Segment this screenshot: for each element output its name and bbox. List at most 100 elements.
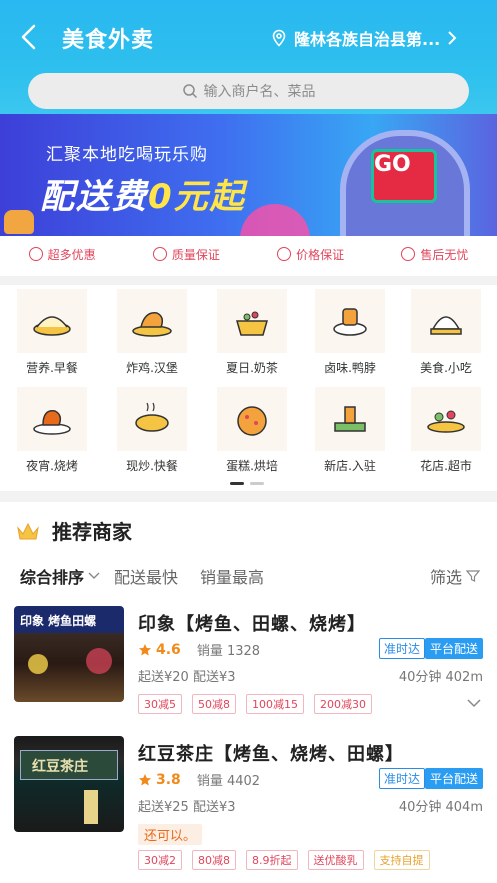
- crown-icon: [17, 522, 39, 539]
- category-label: 夜宵.烧烤: [26, 459, 78, 473]
- braised-icon: [333, 308, 367, 336]
- cake-icon: [237, 406, 267, 436]
- chevron-down-icon: [88, 572, 100, 579]
- category-newshop[interactable]: 新店.入驻: [302, 387, 398, 483]
- category-label: 蛋糕.烘培: [226, 459, 278, 473]
- snack-icon: [430, 316, 462, 335]
- shop-badges: 准时达 平台配送: [378, 638, 483, 659]
- expand-chevron-icon[interactable]: [467, 698, 481, 708]
- pickup-tag: 支持自提: [373, 850, 430, 870]
- shop-sales: 销量 4402: [196, 774, 261, 789]
- category-label: 现炒.快餐: [126, 459, 178, 473]
- search-input[interactable]: 输入商户名、菜品: [28, 73, 469, 109]
- sort-sales[interactable]: 销量最高: [200, 564, 264, 588]
- sort-bar: 综合排序 配送最快 销量最高 筛选: [20, 564, 480, 588]
- perk-label: 价格保证: [296, 247, 345, 262]
- category-label: 美食.小吃: [420, 361, 472, 375]
- go-button[interactable]: GO: [371, 149, 437, 203]
- perk-label: 质量保证: [171, 247, 220, 262]
- shop-score: 4.6: [156, 641, 181, 658]
- sort-fastest[interactable]: 配送最快: [114, 564, 178, 588]
- filter-label: 筛选: [429, 568, 462, 587]
- category-flower[interactable]: 花店.超市: [398, 387, 494, 483]
- banner-headline: 配送费0元起: [40, 169, 246, 218]
- filter-icon: [466, 570, 480, 582]
- rider-illustration: [4, 210, 34, 234]
- perk-item: 超多优惠: [28, 246, 96, 263]
- page-indicator: [230, 482, 264, 485]
- category-label: 卤味.鸭脖: [324, 361, 376, 375]
- promo-tag: 50减8: [192, 694, 236, 714]
- banner-headline-a: 配送费: [40, 177, 148, 217]
- shop-rating: 3.8 销量 4402: [138, 770, 260, 789]
- banner-section: 汇聚本地吃喝玩乐购 配送费0元起 GO 超多优惠 质量保证 价格保证 售后无忧: [0, 114, 497, 276]
- promo-tag: 8.9折起: [246, 850, 298, 870]
- filter-button[interactable]: 筛选: [430, 564, 480, 588]
- newshop-icon: [334, 406, 366, 432]
- shop-card[interactable]: 红豆茶庄 红豆茶庄【烤鱼、烧烤、田螺】 3.8 销量 4402 准时达 平台配送…: [0, 736, 497, 870]
- shop-distance: 40分钟 402m: [398, 670, 483, 685]
- lamp: [86, 648, 112, 674]
- decoration: [240, 204, 310, 236]
- heart-icon: [277, 247, 292, 261]
- promo-tag: 30减5: [138, 694, 182, 714]
- category-bbq[interactable]: 夜宵.烧烤: [4, 387, 100, 483]
- promo-tag: 送优酸乳: [307, 850, 364, 870]
- shop-thumbnail: 红豆茶庄: [14, 736, 124, 832]
- section-title: 推荐商家: [16, 516, 132, 545]
- search-icon: [182, 84, 197, 99]
- perk-item: 质量保证: [152, 246, 220, 263]
- shop-badges: 准时达 平台配送: [378, 768, 483, 789]
- chicken-icon: [132, 312, 172, 337]
- category-grid: 营养.早餐 炸鸡.汉堡 夏日.奶茶 卤味.鸭脖 美食.小吃 夜宵.烧烤 现炒.快…: [0, 285, 497, 491]
- section-title-text: 推荐商家: [52, 520, 132, 544]
- category-fastfood[interactable]: 现炒.快餐: [104, 387, 200, 483]
- door-light: [84, 790, 98, 824]
- shop-sales: 销量 1328: [196, 644, 261, 659]
- shop-review-note: 还可以。: [138, 824, 203, 845]
- category-label: 花店.超市: [420, 459, 472, 473]
- shop-thumbnail: 印象 烤鱼田螺: [14, 606, 124, 702]
- platform-delivery-badge: 平台配送: [424, 638, 483, 659]
- breakfast-icon: [33, 316, 71, 336]
- recommended-section: 推荐商家 综合排序 配送最快 销量最高 筛选 印象 烤鱼田螺 印象【烤鱼、田螺、…: [0, 502, 497, 883]
- shop-name: 印象【烤鱼、田螺、烧烤】: [138, 614, 366, 635]
- go-label: GO: [374, 152, 411, 177]
- category-chicken[interactable]: 炸鸡.汉堡: [104, 289, 200, 385]
- shop-sign: 红豆茶庄: [32, 759, 88, 775]
- perk-label: 售后无忧: [420, 247, 469, 262]
- shop-rating: 4.6 销量 1328: [138, 640, 260, 659]
- promo-tag: 200减30: [314, 694, 372, 714]
- category-label: 营养.早餐: [26, 361, 78, 375]
- category-braised[interactable]: 卤味.鸭脖: [302, 289, 398, 385]
- shop-fee: 起送¥20 配送¥3: [138, 670, 236, 685]
- header: 美食外卖 隆林各族自治县第... 输入商户名、菜品: [0, 0, 497, 120]
- category-label: 新店.入驻: [324, 459, 376, 473]
- location-selector[interactable]: 隆林各族自治县第...: [270, 26, 458, 50]
- back-arrow-icon[interactable]: [14, 22, 44, 52]
- shop-name: 红豆茶庄【烤鱼、烧烤、田螺】: [138, 744, 404, 765]
- banner-subtitle: 汇聚本地吃喝玩乐购: [46, 145, 208, 165]
- category-milktea[interactable]: 夏日.奶茶: [204, 289, 300, 385]
- promo-tags: 30减5 50减8 100减15 200减30: [138, 694, 372, 714]
- star-icon: [139, 643, 151, 655]
- page-dot-active: [230, 482, 244, 485]
- promo-tag: 30减2: [138, 850, 182, 870]
- sort-default[interactable]: 综合排序: [20, 564, 100, 588]
- chevron-right-icon: [448, 31, 457, 45]
- shop-score: 3.8: [156, 771, 181, 788]
- fastfood-icon: [135, 402, 169, 432]
- category-label: 夏日.奶茶: [226, 361, 278, 375]
- category-breakfast[interactable]: 营养.早餐: [4, 289, 100, 385]
- platform-delivery-badge: 平台配送: [424, 768, 483, 789]
- location-pin-icon: [272, 29, 286, 47]
- perk-label: 超多优惠: [47, 247, 96, 262]
- category-snack[interactable]: 美食.小吃: [398, 289, 494, 385]
- shop-card[interactable]: 印象 烤鱼田螺 印象【烤鱼、田螺、烧烤】 4.6 销量 1328 准时达 平台配…: [0, 606, 497, 726]
- category-cake[interactable]: 蛋糕.烘培: [204, 387, 300, 483]
- shop-fee: 起送¥25 配送¥3: [138, 800, 236, 815]
- bbq-icon: [33, 410, 71, 435]
- perk-item: 售后无忧: [401, 246, 468, 263]
- sort-default-label: 综合排序: [20, 568, 85, 587]
- promo-tag: 100减15: [246, 694, 304, 714]
